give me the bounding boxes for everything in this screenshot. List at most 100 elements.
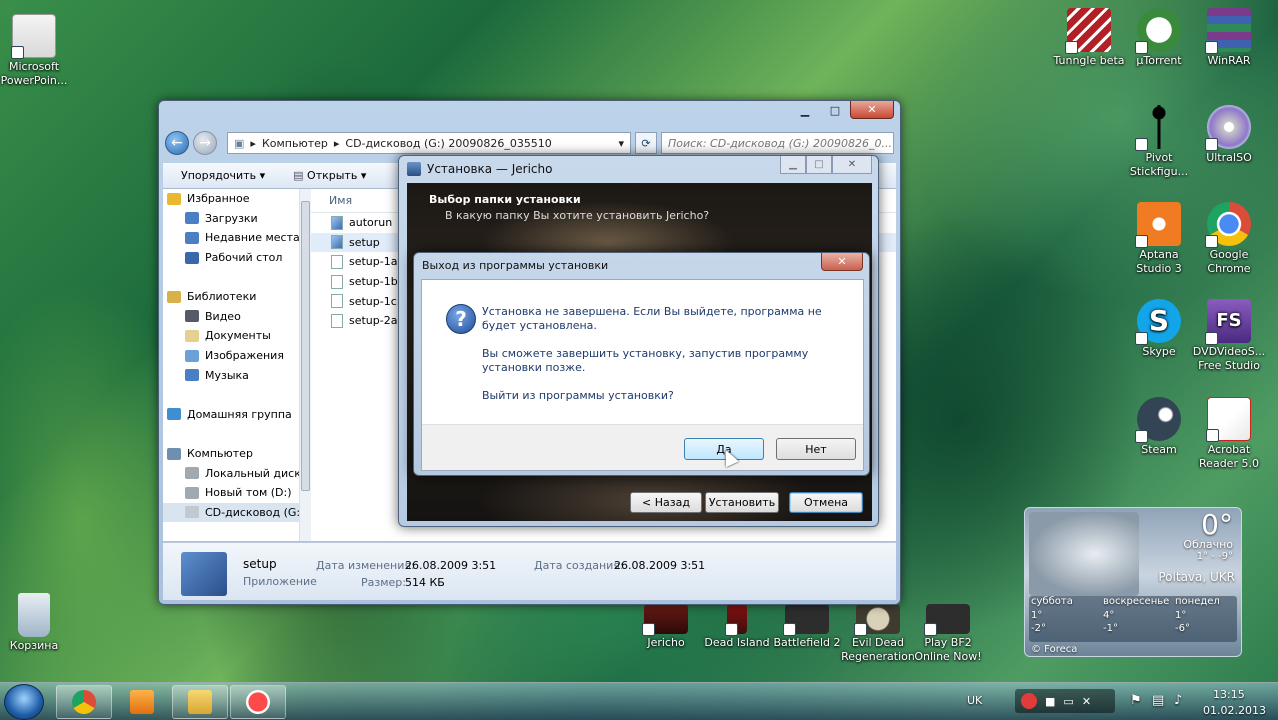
start-button[interactable] (4, 684, 44, 720)
desktop-icon-powerpoint[interactable]: Microsoft PowerPoin... (0, 14, 72, 88)
desktop-icon-label: Aptana (1139, 248, 1179, 261)
desktop-icon-ultraiso[interactable]: UltraISO (1191, 105, 1267, 165)
sidebar-item[interactable]: Локальный диск (163, 463, 299, 483)
sidebar-item[interactable]: Избранное (163, 189, 299, 209)
taskbar-explorer[interactable] (172, 685, 228, 719)
forecast-low: -1° (1103, 623, 1118, 634)
sidebar-item[interactable]: Недавние места (163, 228, 299, 248)
desktop-icon-tunngle[interactable]: Tunngle beta (1051, 8, 1127, 68)
sidebar-item-icon (167, 447, 181, 460)
sidebar-item[interactable]: Библиотеки (163, 287, 299, 307)
organize-menu[interactable]: Упорядочить ▾ (181, 169, 265, 182)
tray-volume-icon[interactable]: ♪ (1174, 693, 1182, 708)
maximize-button[interactable]: □ (806, 156, 832, 174)
desktop-icon-acrobat[interactable]: Acrobat Reader 5.0 (1191, 397, 1267, 471)
desktop-icon-battlefield-2[interactable]: Battlefield 2 (769, 604, 845, 650)
open-button[interactable]: ▤ Открыть ▾ (293, 169, 366, 182)
desktop-icon-evil-dead[interactable]: Evil Dead Regeneration (840, 604, 916, 664)
sidebar-item[interactable]: Рабочий стол (163, 248, 299, 268)
desktop-icon-dvdvideosoft[interactable]: FS DVDVideoS... Free Studio (1191, 299, 1267, 373)
details-file-type: Приложение (243, 575, 317, 588)
minimize-button[interactable]: ▁ (790, 101, 820, 119)
desktop-icon-label: Free Studio (1198, 359, 1260, 372)
file-icon (331, 254, 343, 269)
desktop-icon-play-bf2[interactable]: Play BF2 Online Now! (910, 604, 986, 664)
close-button[interactable]: ✕ (850, 101, 894, 119)
desktop-icon-skype[interactable]: S Skype (1121, 299, 1197, 359)
file-name: setup-2a.l (349, 314, 405, 328)
chrome-icon (1205, 202, 1251, 248)
tray-flag-icon[interactable]: ⚑ (1130, 693, 1142, 708)
sidebar-item[interactable]: Изображения (163, 346, 299, 366)
acrobat-icon (1206, 397, 1251, 442)
sidebar-item[interactable]: Документы (163, 326, 299, 346)
desktop-icon-dead-island[interactable]: Dead Island (699, 604, 775, 650)
exit-setup-dialog: Выход из программы установки ✕ ? Установ… (413, 252, 870, 476)
desktop-icon-winrar[interactable]: WinRAR (1191, 8, 1267, 68)
language-indicator[interactable]: UK (967, 694, 982, 707)
sidebar-item-icon (185, 310, 199, 323)
sidebar-item-icon (167, 192, 181, 205)
taskbar-chrome[interactable] (56, 685, 112, 719)
pause-icon[interactable] (1021, 693, 1037, 709)
chevron-down-icon[interactable]: ▾ (618, 137, 624, 150)
back-arrow-icon[interactable]: ← (165, 131, 189, 155)
minimize-button[interactable]: ▁ (780, 156, 806, 174)
mic-off-icon[interactable]: ✕ (1082, 695, 1091, 708)
installer-subheading: В какую папку Вы хотите установить Jeric… (445, 209, 710, 222)
powerpoint-icon (11, 14, 56, 59)
forward-arrow-icon[interactable]: → (193, 131, 217, 155)
install-button[interactable]: Установить (705, 492, 779, 513)
sidebar-item[interactable]: Видео (163, 307, 299, 327)
sidebar-item[interactable]: CD-дисковод (G: (163, 502, 299, 523)
refresh-icon[interactable]: ⟳ (635, 132, 657, 154)
close-button[interactable]: ✕ (832, 156, 872, 174)
sidebar-item[interactable]: Домашняя группа (163, 405, 299, 425)
open-icon: ▤ (293, 169, 304, 182)
recorder-controls[interactable]: ■ ▭ ✕ (1015, 689, 1115, 713)
sidebar-item-icon (185, 251, 199, 264)
tray-network-icon[interactable]: ▤ (1152, 693, 1164, 708)
sidebar-item[interactable]: Компьютер (163, 444, 299, 464)
details-file-name: setup (243, 557, 277, 571)
search-input[interactable]: Поиск: CD-дисковод (G:) 20090826_0... ⚲ (661, 132, 894, 154)
navigation-pane-scrollbar[interactable] (299, 189, 311, 541)
details-modified-value: 26.08.2009 3:51 (405, 559, 497, 572)
clock-date[interactable]: 01.02.2013 (1203, 704, 1266, 717)
no-button[interactable]: Нет (776, 438, 856, 460)
close-button[interactable]: ✕ (821, 253, 863, 271)
sidebar-item[interactable]: Загрузки (163, 209, 299, 229)
skype-icon: S (1135, 299, 1181, 345)
camera-icon[interactable]: ▭ (1063, 695, 1073, 708)
file-name: setup-1c.l (349, 294, 404, 308)
sidebar-item[interactable]: Новый том (D:) (163, 483, 299, 503)
installer-window-controls: ▁ □ ✕ (780, 156, 872, 174)
desktop-icon-chrome[interactable]: Google Chrome (1191, 202, 1267, 276)
stop-icon[interactable]: ■ (1045, 695, 1055, 708)
back-button[interactable]: < Назад (630, 492, 702, 513)
maximize-button[interactable]: □ (820, 101, 850, 119)
desktop-icon-pivot[interactable]: Pivot Stickfigu... (1121, 105, 1197, 179)
desktop-icon-utorrent[interactable]: µTorrent (1121, 8, 1197, 68)
dialog-body: ? Установка не завершена. Если Вы выйдет… (421, 279, 864, 471)
weather-gadget[interactable]: 0° Облачно 1° - -9° Poltava, UKR суббота… (1024, 507, 1242, 657)
taskbar-media-player[interactable] (114, 685, 170, 719)
sidebar-item-label: Избранное (187, 192, 250, 206)
desktop-icon-aptana[interactable]: Aptana Studio 3 (1121, 202, 1197, 276)
address-bar[interactable]: ▣ ▸ Компьютер ▸ CD-дисковод (G:) 2009082… (227, 132, 631, 154)
file-name: setup-1b.l (349, 275, 405, 289)
desktop-icon-label: WinRAR (1207, 54, 1251, 67)
sidebar-item-label: Загрузки (205, 211, 258, 225)
search-placeholder: Поиск: CD-дисковод (G:) 20090826_0... (668, 136, 892, 150)
desktop-icon-recycle-bin[interactable]: Корзина (0, 593, 72, 653)
breadcrumb-computer[interactable]: Компьютер (262, 137, 328, 150)
cancel-button[interactable]: Отмена (789, 492, 863, 513)
breadcrumb-cd-drive[interactable]: CD-дисковод (G:) 20090826_035510 (345, 137, 551, 150)
clock-time[interactable]: 13:15 (1213, 688, 1245, 701)
sidebar-item[interactable]: Музыка (163, 365, 299, 385)
taskbar-recorder[interactable] (230, 685, 286, 719)
desktop-icon-jericho[interactable]: Jericho (628, 604, 704, 650)
sidebar-item-label: Домашняя группа (187, 407, 292, 421)
desktop-icon-steam[interactable]: Steam (1121, 397, 1197, 457)
